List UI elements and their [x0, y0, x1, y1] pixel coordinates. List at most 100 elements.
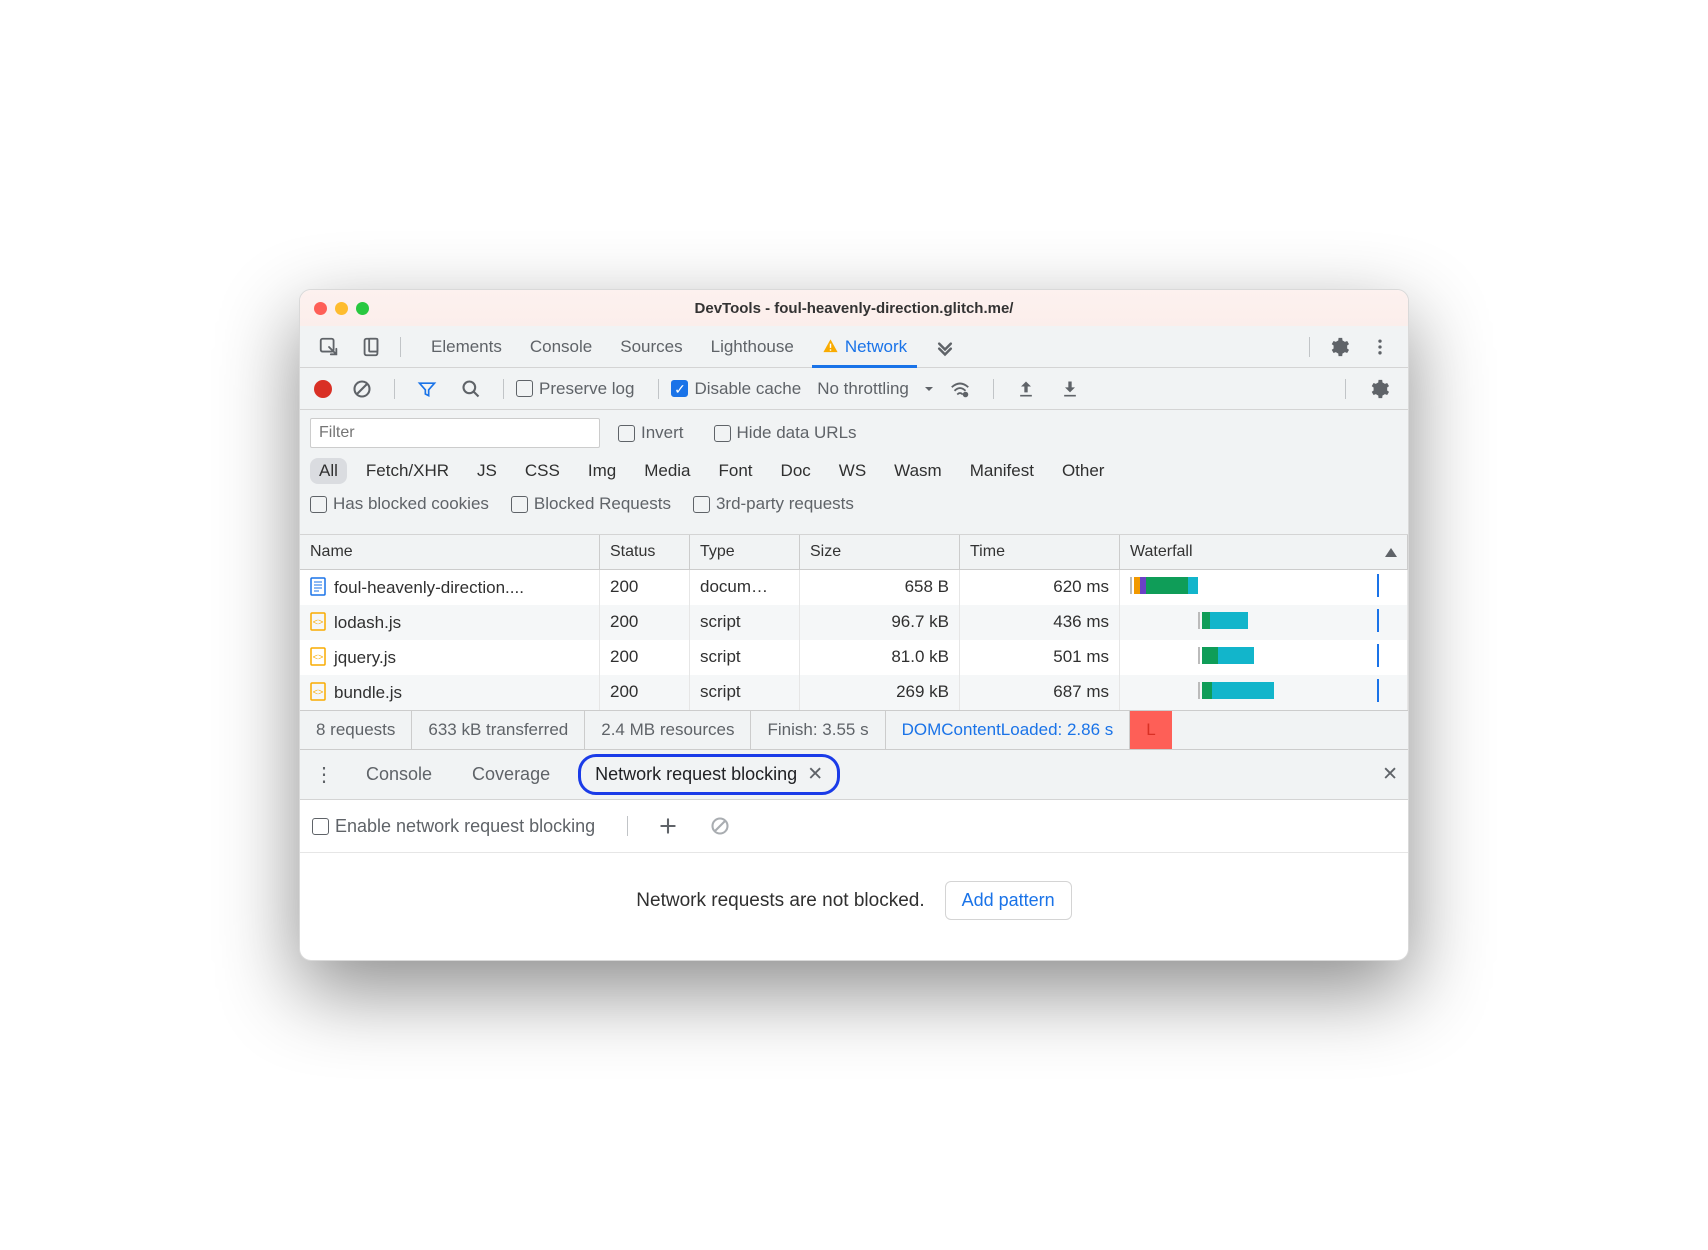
- tab-lighthouse[interactable]: Lighthouse: [697, 326, 808, 367]
- drawer-tab-blocking-label: Network request blocking: [595, 764, 797, 785]
- header-size[interactable]: Size: [800, 535, 960, 569]
- tab-sources[interactable]: Sources: [606, 326, 696, 367]
- divider: [1309, 337, 1310, 357]
- record-button[interactable]: [314, 380, 332, 398]
- network-settings-icon[interactable]: [1358, 372, 1400, 406]
- network-toolbar: Preserve log ✓Disable cache No throttlin…: [300, 368, 1408, 410]
- cell-type: script: [690, 640, 800, 675]
- throttling-select[interactable]: No throttling: [817, 379, 935, 399]
- preserve-log-checkbox[interactable]: Preserve log: [516, 379, 634, 399]
- blocked-requests-checkbox[interactable]: Blocked Requests: [511, 494, 671, 514]
- status-dcl: DOMContentLoaded: 2.86 s: [886, 711, 1131, 749]
- header-waterfall-label: Waterfall: [1130, 543, 1193, 560]
- cell-time: 501 ms: [960, 640, 1120, 675]
- settings-icon[interactable]: [1318, 330, 1360, 364]
- add-pattern-icon[interactable]: [648, 810, 688, 842]
- tab-console[interactable]: Console: [516, 326, 606, 367]
- device-toggle-icon[interactable]: [350, 330, 392, 364]
- tab-network[interactable]: Network: [808, 326, 921, 367]
- chip-css[interactable]: CSS: [516, 458, 569, 484]
- chip-media[interactable]: Media: [635, 458, 699, 484]
- table-row[interactable]: foul-heavenly-direction.... 200 docum… 6…: [300, 570, 1408, 605]
- chip-other[interactable]: Other: [1053, 458, 1114, 484]
- cell-size: 81.0 kB: [800, 640, 960, 675]
- panel-tabs: Elements Console Sources Lighthouse Netw…: [417, 326, 969, 367]
- blocked-cookies-checkbox[interactable]: Has blocked cookies: [310, 494, 489, 514]
- status-load: L: [1130, 711, 1171, 749]
- chip-fetch-xhr[interactable]: Fetch/XHR: [357, 458, 458, 484]
- filter-input[interactable]: [310, 418, 600, 448]
- filter-bar: Invert Hide data URLs All Fetch/XHR JS C…: [300, 410, 1408, 535]
- more-options-icon[interactable]: [1360, 331, 1400, 363]
- main-toolbar: Elements Console Sources Lighthouse Netw…: [300, 326, 1408, 368]
- drawer-tab-network-blocking[interactable]: Network request blocking ✕: [578, 754, 840, 795]
- disable-cache-checkbox[interactable]: ✓Disable cache: [671, 379, 801, 399]
- svg-text:<>: <>: [313, 652, 324, 662]
- empty-message: Network requests are not blocked.: [636, 890, 924, 912]
- status-finish: Finish: 3.55 s: [751, 711, 885, 749]
- tab-elements[interactable]: Elements: [417, 326, 516, 367]
- remove-all-icon[interactable]: [700, 810, 740, 842]
- search-icon[interactable]: [451, 373, 491, 405]
- more-tabs-button[interactable]: [921, 326, 969, 367]
- inspect-element-icon[interactable]: [308, 330, 350, 364]
- chip-img[interactable]: Img: [579, 458, 625, 484]
- script-icon: <>: [310, 682, 326, 701]
- blocking-toolbar: Enable network request blocking: [300, 800, 1408, 853]
- chip-ws[interactable]: WS: [830, 458, 875, 484]
- chip-doc[interactable]: Doc: [772, 458, 820, 484]
- table-row[interactable]: <>lodash.js 200 script 96.7 kB 436 ms: [300, 605, 1408, 640]
- drawer-tabs: ⋮ Console Coverage Network request block…: [300, 750, 1408, 800]
- table-row[interactable]: <>jquery.js 200 script 81.0 kB 501 ms: [300, 640, 1408, 675]
- header-type[interactable]: Type: [690, 535, 800, 569]
- blocking-empty-state: Network requests are not blocked. Add pa…: [300, 853, 1408, 960]
- download-har-icon[interactable]: [1050, 373, 1090, 405]
- invert-label: Invert: [641, 423, 684, 443]
- window-title: DevTools - foul-heavenly-direction.glitc…: [300, 300, 1408, 317]
- warning-icon: [822, 338, 839, 355]
- drawer-tab-console[interactable]: Console: [354, 756, 444, 793]
- drawer-tab-coverage[interactable]: Coverage: [460, 756, 562, 793]
- chip-font[interactable]: Font: [710, 458, 762, 484]
- document-icon: [310, 577, 326, 596]
- filter-icon[interactable]: [407, 373, 447, 405]
- hide-data-urls-checkbox[interactable]: Hide data URLs: [714, 423, 857, 443]
- devtools-window: DevTools - foul-heavenly-direction.glitc…: [299, 289, 1409, 961]
- type-filter-chips: All Fetch/XHR JS CSS Img Media Font Doc …: [310, 458, 1398, 484]
- titlebar: DevTools - foul-heavenly-direction.glitc…: [300, 290, 1408, 326]
- chip-wasm[interactable]: Wasm: [885, 458, 951, 484]
- cell-type: docum…: [690, 570, 800, 605]
- header-time[interactable]: Time: [960, 535, 1120, 569]
- clear-icon[interactable]: [342, 373, 382, 405]
- enable-blocking-checkbox[interactable]: Enable network request blocking: [312, 816, 595, 837]
- close-drawer-icon[interactable]: ✕: [1382, 763, 1398, 786]
- chip-manifest[interactable]: Manifest: [961, 458, 1043, 484]
- throttling-label: No throttling: [817, 379, 909, 399]
- script-icon: <>: [310, 647, 326, 666]
- tab-network-label: Network: [845, 337, 907, 357]
- status-resources: 2.4 MB resources: [585, 711, 751, 749]
- status-bar: 8 requests 633 kB transferred 2.4 MB res…: [300, 710, 1408, 750]
- sort-asc-icon: [1385, 548, 1397, 557]
- header-name[interactable]: Name: [300, 535, 600, 569]
- cell-waterfall: [1120, 570, 1408, 605]
- cell-status: 200: [600, 675, 690, 710]
- preserve-log-label: Preserve log: [539, 379, 634, 399]
- cell-name: foul-heavenly-direction....: [334, 578, 524, 597]
- network-conditions-icon[interactable]: [939, 372, 981, 406]
- header-status[interactable]: Status: [600, 535, 690, 569]
- chip-js[interactable]: JS: [468, 458, 506, 484]
- third-party-checkbox[interactable]: 3rd-party requests: [693, 494, 854, 514]
- close-tab-icon[interactable]: ✕: [807, 763, 823, 786]
- cell-type: script: [690, 605, 800, 640]
- header-waterfall[interactable]: Waterfall: [1120, 535, 1408, 569]
- invert-checkbox[interactable]: Invert: [618, 423, 684, 443]
- add-pattern-button[interactable]: Add pattern: [945, 881, 1072, 920]
- divider: [993, 379, 994, 399]
- svg-text:<>: <>: [313, 687, 324, 697]
- drawer-menu-icon[interactable]: ⋮: [310, 758, 338, 791]
- chip-all[interactable]: All: [310, 458, 347, 484]
- upload-har-icon[interactable]: [1006, 373, 1046, 405]
- cell-name: bundle.js: [334, 683, 402, 702]
- table-row[interactable]: <>bundle.js 200 script 269 kB 687 ms: [300, 675, 1408, 710]
